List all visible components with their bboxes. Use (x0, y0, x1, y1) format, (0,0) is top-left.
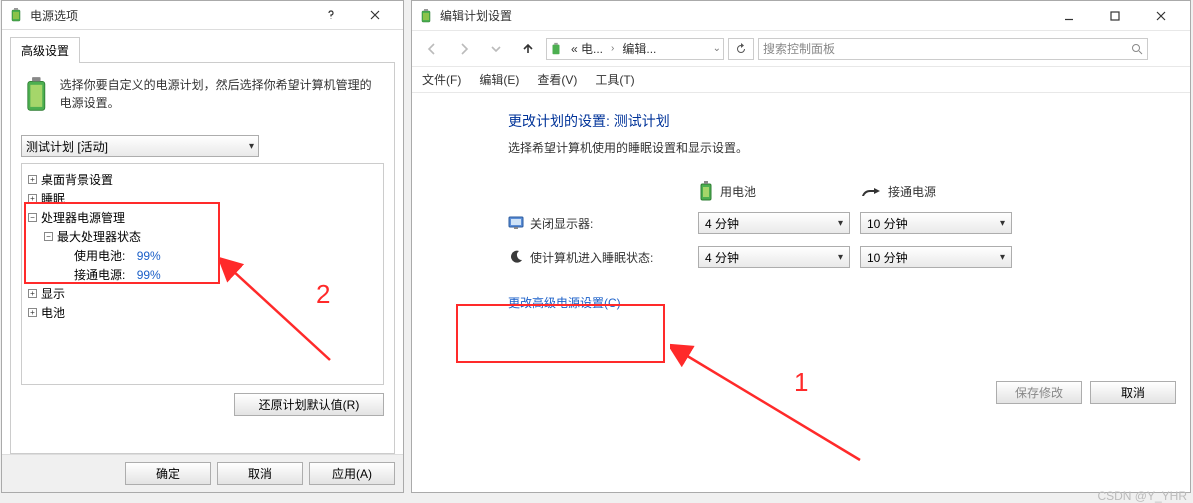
row-label-sleep: 使计算机进入睡眠状态: (508, 249, 698, 266)
chevron-down-icon: ▾ (249, 141, 254, 152)
address-bar-row: « 电... › 编辑... ⌄ 搜索控制面板 (412, 31, 1190, 67)
monitor-icon (508, 215, 524, 231)
collapse-icon[interactable]: − (28, 213, 37, 222)
chevron-down-icon: ▾ (1000, 252, 1005, 263)
moon-icon (508, 249, 524, 265)
tree-item[interactable]: 电池 (41, 304, 65, 321)
annotation-number: 2 (316, 279, 330, 310)
battery-large-icon (21, 73, 52, 117)
row-label-display: 关闭显示器: (508, 215, 698, 232)
window-title: 编辑计划设置 (440, 7, 1046, 24)
tree-item-value[interactable]: 99% (137, 249, 161, 263)
chevron-down-icon[interactable]: ⌄ (713, 43, 721, 54)
refresh-button[interactable] (728, 38, 754, 60)
tree-item-label: 接通电源: (74, 266, 125, 283)
tab-body: 选择你要自定义的电源计划，然后选择你希望计算机管理的电源设置。 测试计划 [活动… (10, 62, 395, 454)
search-input[interactable]: 搜索控制面板 (758, 38, 1148, 60)
display-battery-select[interactable]: 4 分钟▾ (698, 212, 850, 234)
expand-icon[interactable]: + (28, 194, 37, 203)
sleep-plugged-select[interactable]: 10 分钟▾ (860, 246, 1012, 268)
page-subheading: 选择希望计算机使用的睡眠设置和显示设置。 (508, 139, 1190, 156)
up-button[interactable] (514, 37, 542, 61)
menu-edit[interactable]: 编辑(E) (479, 71, 519, 88)
close-button[interactable] (353, 1, 397, 29)
sleep-battery-select[interactable]: 4 分钟▾ (698, 246, 850, 268)
chevron-down-icon: ▾ (838, 252, 843, 263)
display-plugged-select[interactable]: 10 分钟▾ (860, 212, 1012, 234)
tree-item-value[interactable]: 99% (137, 268, 161, 282)
advanced-settings-link[interactable]: 更改高级电源设置(C) (508, 296, 621, 310)
battery-icon (549, 42, 563, 56)
battery-icon (418, 8, 434, 24)
menu-file[interactable]: 文件(F) (422, 71, 461, 88)
chevron-down-icon: ▾ (1000, 218, 1005, 229)
tree-item[interactable]: 睡眠 (41, 190, 65, 207)
content-area: 更改计划的设置: 测试计划 选择希望计算机使用的睡眠设置和显示设置。 用电池 接… (412, 93, 1190, 492)
plug-icon (860, 184, 882, 198)
tree-item[interactable]: 显示 (41, 285, 65, 302)
annotation-number: 1 (794, 367, 808, 398)
expand-icon[interactable]: + (28, 289, 37, 298)
minimize-button[interactable] (1046, 1, 1092, 31)
cancel-button[interactable]: 取消 (1090, 381, 1176, 404)
watermark: CSDN @Y_YHR (1097, 489, 1187, 503)
breadcrumb[interactable]: 编辑... (618, 40, 660, 57)
restore-defaults-button[interactable]: 还原计划默认值(R) (234, 393, 384, 416)
search-icon (1131, 43, 1143, 55)
edit-plan-window: 编辑计划设置 « 电... › 编辑... ⌄ 搜索控制面板 文件(F) 编辑(… (411, 0, 1191, 493)
apply-button[interactable]: 应用(A) (309, 462, 395, 485)
tree-item[interactable]: 桌面背景设置 (41, 171, 113, 188)
dialog-description: 选择你要自定义的电源计划，然后选择你希望计算机管理的电源设置。 (60, 73, 384, 117)
titlebar: 电源选项 (2, 1, 403, 30)
menu-view[interactable]: 查看(V) (537, 71, 577, 88)
collapse-icon[interactable]: − (44, 232, 53, 241)
expand-icon[interactable]: + (28, 308, 37, 317)
tree-item[interactable]: 最大处理器状态 (57, 228, 141, 245)
dialog-buttons: 确定 取消 应用(A) (2, 454, 403, 492)
page-heading: 更改计划的设置: 测试计划 (508, 111, 1190, 131)
battery-icon (698, 180, 714, 202)
chevron-right-icon: › (611, 43, 614, 54)
tab-advanced[interactable]: 高级设置 (10, 37, 80, 63)
battery-icon (8, 7, 24, 23)
maximize-button[interactable] (1092, 1, 1138, 31)
cancel-button[interactable]: 取消 (217, 462, 303, 485)
plan-select-value: 测试计划 [活动] (26, 138, 108, 155)
close-button[interactable] (1138, 1, 1184, 31)
column-header-battery: 用电池 (698, 180, 850, 202)
ok-button[interactable]: 确定 (125, 462, 211, 485)
menu-tools[interactable]: 工具(T) (595, 71, 634, 88)
save-button[interactable]: 保存修改 (996, 381, 1082, 404)
history-button[interactable] (482, 37, 510, 61)
chevron-down-icon: ▾ (838, 218, 843, 229)
plan-select[interactable]: 测试计划 [活动] ▾ (21, 135, 259, 157)
tab-strip: 高级设置 (2, 30, 403, 62)
address-bar[interactable]: « 电... › 编辑... ⌄ (546, 38, 724, 60)
settings-tree[interactable]: +桌面背景设置 +睡眠 −处理器电源管理 −最大处理器状态 使用电池: 99% … (21, 163, 384, 385)
dialog-title: 电源选项 (30, 7, 309, 24)
annotation-box (456, 304, 665, 363)
column-header-plugged: 接通电源 (860, 180, 1012, 202)
back-button[interactable] (418, 37, 446, 61)
titlebar: 编辑计划设置 (412, 1, 1190, 31)
tree-item-label: 使用电池: (74, 247, 125, 264)
tree-item[interactable]: 处理器电源管理 (41, 209, 125, 226)
menu-bar: 文件(F) 编辑(E) 查看(V) 工具(T) (412, 67, 1190, 93)
help-button[interactable] (309, 1, 353, 29)
breadcrumb[interactable]: « 电... (567, 40, 607, 57)
expand-icon[interactable]: + (28, 175, 37, 184)
power-options-dialog: 电源选项 高级设置 选择你要自定义的电源计划，然后选择你希望计算机管理的电源设置… (1, 0, 404, 493)
search-placeholder: 搜索控制面板 (763, 40, 835, 57)
forward-button[interactable] (450, 37, 478, 61)
